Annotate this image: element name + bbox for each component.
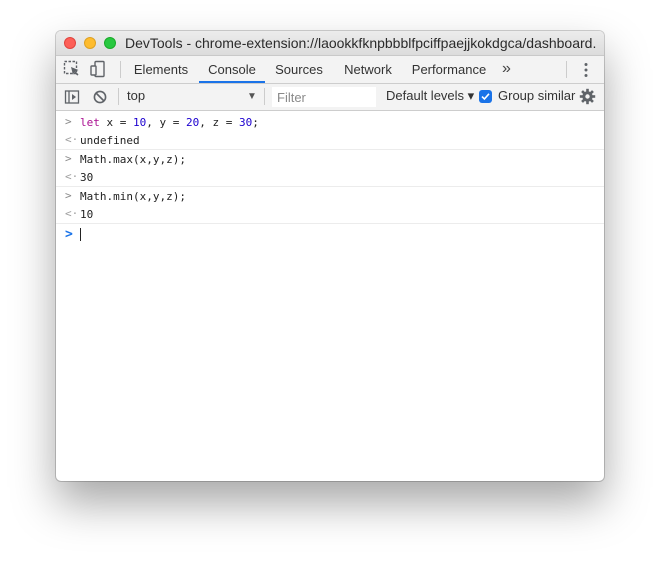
close-window-button[interactable] [64, 37, 76, 49]
toolbar-divider [264, 88, 265, 105]
gear-icon[interactable] [579, 88, 596, 105]
clear-console-icon[interactable] [90, 87, 110, 107]
console-result-line: <· 10 [56, 205, 604, 223]
kebab-menu-icon[interactable] [578, 62, 594, 78]
prompt-chevron-icon: > [65, 227, 73, 242]
tab-network[interactable]: Network [337, 56, 399, 83]
console-result-line: <· undefined [56, 131, 604, 149]
tab-sources[interactable]: Sources [270, 56, 328, 83]
title-bar: DevTools - chrome-extension://laookkfknp… [56, 31, 604, 56]
toolbar-divider [118, 88, 119, 105]
toolbar-divider [120, 61, 121, 78]
console-toolbar: top ▼ Default levels ▾ Group similar [56, 84, 604, 111]
devtools-window: DevTools - chrome-extension://laookkfknp… [56, 31, 604, 481]
console-input-line: > Math.max(x,y,z); [56, 149, 604, 168]
code-token: ; [252, 116, 259, 129]
input-arrow-icon: > [65, 115, 72, 128]
device-toolbar-icon[interactable] [88, 59, 108, 79]
window-title: DevTools - chrome-extension://laookkfknp… [125, 35, 597, 51]
console-command: Math.max(x,y,z); [80, 153, 186, 166]
console-result: 30 [80, 171, 94, 184]
console-input-line: > let x = 10, y = 20, z = 30; [56, 113, 604, 131]
minimize-window-button[interactable] [84, 37, 96, 49]
filter-input[interactable] [272, 87, 376, 107]
number-token: 10 [133, 116, 147, 129]
checkmark-icon [481, 93, 490, 101]
more-tabs-button[interactable]: » [502, 56, 511, 83]
group-similar-checkbox[interactable] [479, 90, 492, 103]
inspect-element-icon[interactable] [62, 59, 82, 79]
result-arrow-icon: <· [65, 133, 79, 146]
number-token: 30 [239, 116, 253, 129]
tab-elements[interactable]: Elements [129, 56, 193, 83]
default-levels-dropdown[interactable]: Default levels ▾ [386, 88, 474, 104]
tab-console[interactable]: Console [199, 56, 265, 83]
console-result-line: <· 30 [56, 168, 604, 186]
text-cursor [80, 228, 81, 241]
code-token: , y = [146, 116, 186, 129]
panel-tab-bar: Elements Console Sources Network Perform… [56, 56, 604, 84]
code-token: x = [99, 116, 133, 129]
result-arrow-icon: <· [65, 170, 79, 183]
keyword-token: let [80, 116, 100, 129]
execution-context-select[interactable]: top [127, 88, 145, 103]
result-arrow-icon: <· [65, 207, 79, 220]
number-token: 20 [186, 116, 200, 129]
console-prompt[interactable]: > [56, 223, 604, 244]
console-input-line: > Math.min(x,y,z); [56, 186, 604, 205]
show-sidebar-icon[interactable] [62, 87, 82, 107]
console-command: let x = 10, y = 20, z = 30; [80, 116, 259, 129]
console-result: undefined [80, 134, 140, 147]
zoom-window-button[interactable] [104, 37, 116, 49]
tab-performance[interactable]: Performance [408, 56, 490, 83]
toolbar-divider [566, 61, 567, 78]
code-token: , z = [199, 116, 239, 129]
input-arrow-icon: > [65, 152, 72, 165]
chevron-down-icon[interactable]: ▼ [247, 91, 257, 102]
console-messages: > let x = 10, y = 20, z = 30; <· undefin… [56, 113, 604, 244]
console-command: Math.min(x,y,z); [80, 190, 186, 203]
group-similar-label: Group similar [498, 88, 576, 103]
input-arrow-icon: > [65, 189, 72, 202]
console-result: 10 [80, 208, 94, 221]
